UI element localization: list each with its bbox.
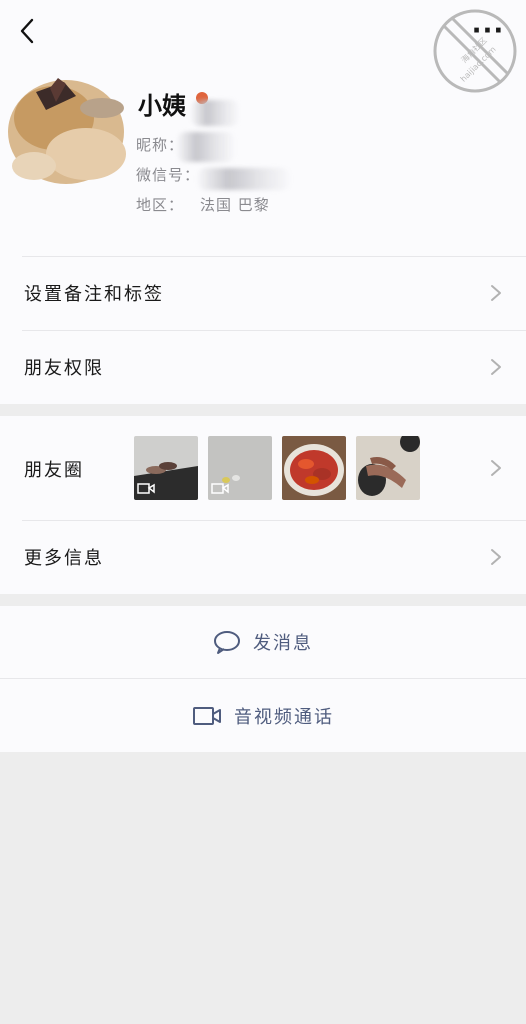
video-call-label: 音视频通话 bbox=[234, 706, 334, 728]
send-message-button[interactable]: 发消息 bbox=[0, 606, 526, 678]
send-message-label: 发消息 bbox=[253, 633, 313, 654]
region-label: 地区： bbox=[136, 196, 185, 214]
watermark-text-2: haijiao.com bbox=[459, 45, 498, 84]
profile-card: ··· 小姨 昵称： 微信号： 地区： 法国 巴黎 海角社区 haijiao.c… bbox=[0, 0, 526, 256]
chevron-left-icon bbox=[20, 18, 34, 44]
contact-name: 小姨 bbox=[138, 91, 186, 120]
more-info-row[interactable]: 更多信息 bbox=[0, 520, 526, 594]
redacted-nickname bbox=[176, 132, 236, 162]
video-call-button[interactable]: 音视频通话 bbox=[0, 679, 526, 752]
wechat-id-label: 微信号： bbox=[136, 166, 201, 184]
back-button[interactable] bbox=[12, 16, 42, 46]
more-icon: ··· bbox=[471, 16, 505, 46]
avatar[interactable] bbox=[6, 62, 134, 190]
more-options-button[interactable]: ··· bbox=[470, 18, 506, 44]
chevron-right-icon bbox=[491, 359, 501, 375]
chevron-right-icon bbox=[491, 285, 501, 301]
region-line: 地区： 法国 巴黎 bbox=[136, 194, 270, 215]
settings-section: 设置备注和标签 朋友权限 bbox=[0, 256, 526, 404]
video-camera-icon bbox=[193, 706, 221, 725]
friend-permissions-row[interactable]: 朋友权限 bbox=[0, 330, 526, 404]
chat-bubble-icon bbox=[214, 631, 240, 654]
actions-section: 发消息 音视频通话 bbox=[0, 606, 526, 752]
remark-tags-row[interactable]: 设置备注和标签 bbox=[0, 256, 526, 330]
region-value: 法国 巴黎 bbox=[200, 196, 270, 214]
moments-thumbnail-photo[interactable] bbox=[356, 436, 420, 500]
moments-thumbnail-video[interactable] bbox=[208, 436, 272, 500]
wechat-id-line[interactable]: 微信号： bbox=[136, 164, 200, 185]
chevron-right-icon bbox=[491, 460, 501, 476]
redacted-wechat-id bbox=[196, 168, 292, 190]
avatar-image bbox=[6, 62, 134, 190]
contact-profile-page: ··· 小姨 昵称： 微信号： 地区： 法国 巴黎 海角社区 haijiao.c… bbox=[0, 0, 526, 1024]
moments-thumbnail-video[interactable] bbox=[134, 436, 198, 500]
remark-tags-label: 设置备注和标签 bbox=[24, 284, 164, 305]
moments-label: 朋友圈 bbox=[24, 460, 84, 481]
redacted-mark bbox=[190, 100, 240, 126]
moments-thumbnail-photo[interactable] bbox=[282, 436, 346, 500]
more-info-label: 更多信息 bbox=[24, 548, 104, 569]
chevron-right-icon bbox=[491, 549, 501, 565]
friend-permissions-label: 朋友权限 bbox=[24, 358, 104, 379]
